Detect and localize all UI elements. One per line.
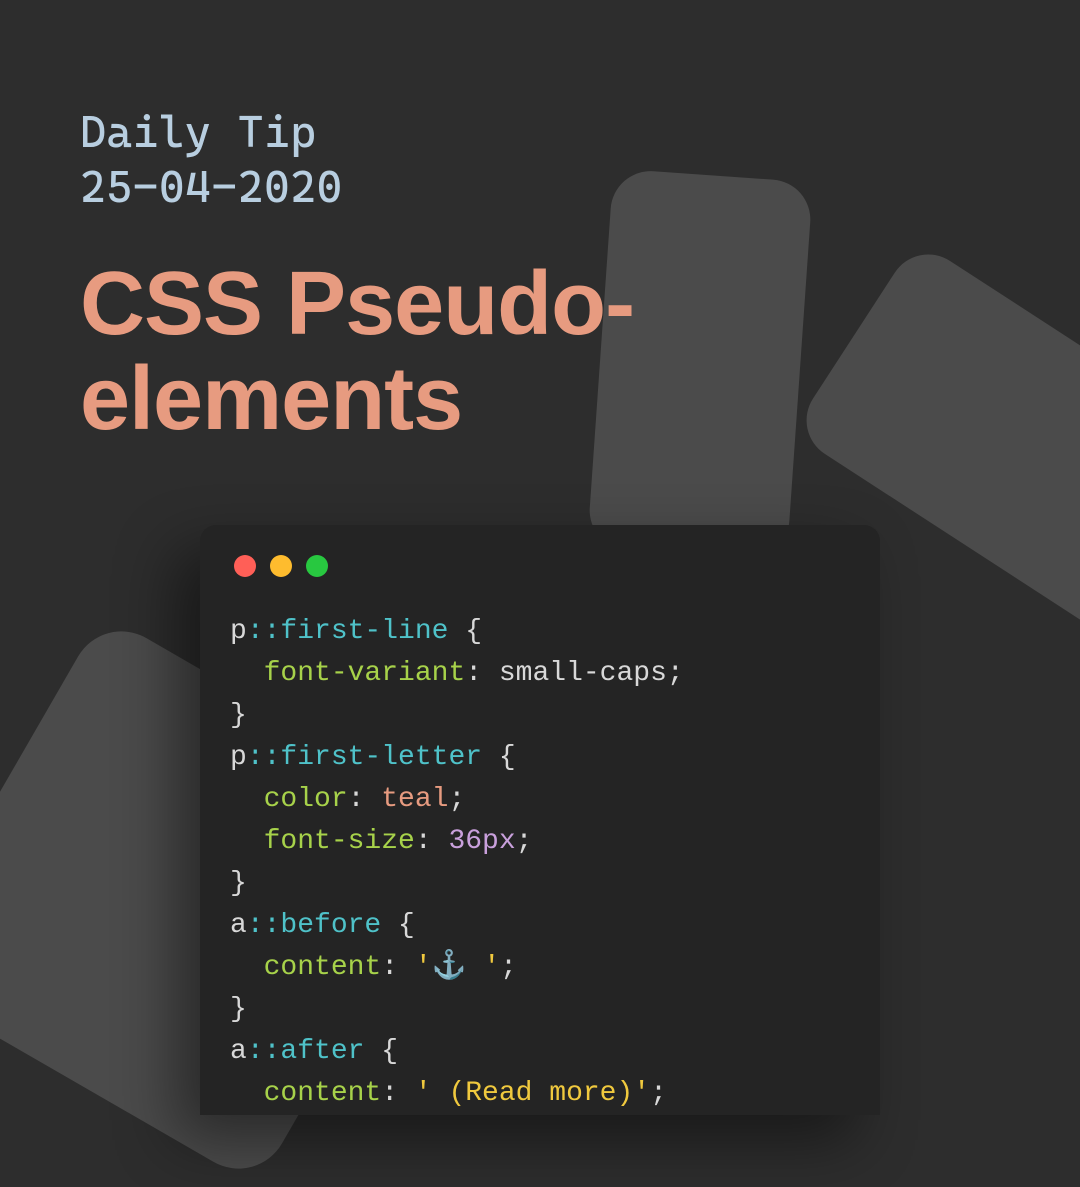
code-property: font-size xyxy=(264,826,415,857)
code-colon: : xyxy=(381,952,415,983)
code-brace: { xyxy=(364,1036,398,1067)
kicker: Daily Tip 25-04-2020 xyxy=(80,105,634,215)
code-property: content xyxy=(264,1078,382,1109)
title-line: elements xyxy=(80,352,634,447)
code-selector: a xyxy=(230,1036,247,1067)
code-indent xyxy=(230,1078,264,1109)
code-selector: a xyxy=(230,910,247,941)
code-string: ' (Read more)' xyxy=(415,1078,650,1109)
page-title: CSS Pseudo- elements xyxy=(80,257,634,446)
code-brace: } xyxy=(230,700,247,731)
header-block: Daily Tip 25-04-2020 CSS Pseudo- element… xyxy=(80,105,634,446)
code-property: content xyxy=(264,952,382,983)
code-semi: ; xyxy=(667,658,684,689)
close-icon xyxy=(234,555,256,577)
code-pseudo: ::first-letter xyxy=(247,742,482,773)
code-brace: { xyxy=(381,910,415,941)
code-colon: : xyxy=(348,784,382,815)
minimize-icon xyxy=(270,555,292,577)
code-value: 36px xyxy=(448,826,515,857)
code-semi: ; xyxy=(516,826,533,857)
code-property: color xyxy=(264,784,348,815)
kicker-date: 25-04-2020 xyxy=(80,160,634,215)
kicker-line: Daily Tip xyxy=(80,105,634,160)
code-brace: } xyxy=(230,868,247,899)
code-selector: p xyxy=(230,616,247,647)
code-brace: { xyxy=(482,742,516,773)
code-colon: : xyxy=(381,1078,415,1109)
window-controls xyxy=(234,555,850,577)
code-brace: } xyxy=(230,994,247,1025)
code-selector: p xyxy=(230,742,247,773)
code-indent xyxy=(230,658,264,689)
code-semi: ; xyxy=(500,952,517,983)
code-pseudo: ::before xyxy=(247,910,381,941)
code-indent xyxy=(230,826,264,857)
code-string: '⚓ ' xyxy=(415,952,500,983)
code-colon: : xyxy=(415,826,449,857)
code-indent xyxy=(230,952,264,983)
maximize-icon xyxy=(306,555,328,577)
code-pseudo: ::after xyxy=(247,1036,365,1067)
code-value: small-caps xyxy=(499,658,667,689)
code-brace: { xyxy=(448,616,482,647)
code-pseudo: ::first-line xyxy=(247,616,449,647)
code-colon: : xyxy=(465,658,499,689)
code-value: teal xyxy=(381,784,448,815)
code-semi: ; xyxy=(448,784,465,815)
code-property: font-variant xyxy=(264,658,466,689)
code-indent xyxy=(230,784,264,815)
code-block: p::first-line { font-variant: small-caps… xyxy=(230,611,850,1115)
code-semi: ; xyxy=(650,1078,667,1109)
title-line: CSS Pseudo- xyxy=(80,257,634,352)
code-editor-window: p::first-line { font-variant: small-caps… xyxy=(200,525,880,1115)
